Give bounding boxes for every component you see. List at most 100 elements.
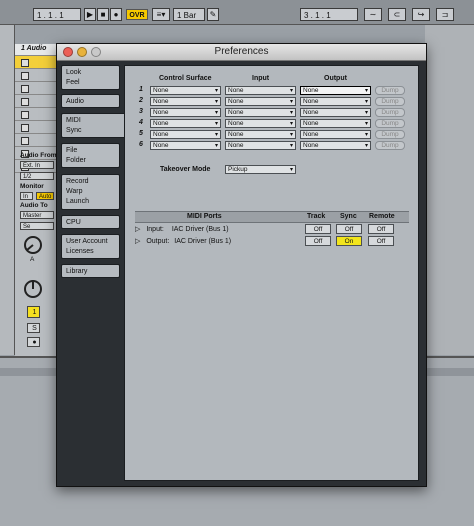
input-select[interactable]: None ▾ [225, 108, 296, 117]
clip-slot[interactable] [15, 108, 60, 121]
track-activator-button[interactable]: 1 [27, 306, 40, 318]
output-select[interactable]: None ▾ [300, 119, 371, 128]
quantize-menu-icon[interactable]: ≡▾ [152, 8, 170, 21]
tab-look-feel[interactable]: Look Feel [61, 65, 120, 90]
select-value: None [153, 87, 169, 94]
port-sync-toggle[interactable]: Off [336, 224, 362, 234]
dump-button[interactable]: Dump [375, 141, 405, 150]
output-select[interactable]: None ▾ [300, 108, 371, 117]
audio-to-select[interactable]: Master [20, 211, 54, 219]
audio-from-select[interactable]: Ext. In [20, 161, 54, 169]
select-value: None [303, 109, 319, 116]
port-remote-toggle[interactable]: Off [368, 224, 394, 234]
draw-mode-icon[interactable]: ✎ [207, 8, 219, 21]
surface-row-number: 1 [139, 86, 143, 93]
dropdown-arrow-icon: ▾ [364, 132, 368, 138]
tab-label: Warp [66, 188, 83, 195]
background-right-area [425, 25, 474, 355]
input-channel-select[interactable]: 1/2 [20, 172, 54, 180]
tab-label: MIDI [66, 117, 81, 124]
surface-row-number: 3 [139, 108, 143, 115]
dump-button[interactable]: Dump [375, 108, 405, 117]
preferences-window: Preferences Look Feel Audio MIDI Sync Fi… [56, 43, 427, 487]
clip-slot[interactable] [15, 82, 60, 95]
dropdown-arrow-icon: ▾ [289, 121, 293, 127]
monitor-in-button[interactable]: In [20, 192, 33, 200]
select-value: None [228, 142, 244, 149]
dropdown-arrow-icon: ▾ [289, 99, 293, 105]
tab-audio[interactable]: Audio [61, 94, 120, 108]
expand-triangle-icon[interactable]: ▷ [135, 238, 140, 245]
output-select[interactable]: None ▾ [300, 141, 371, 150]
tab-file-folder[interactable]: File Folder [61, 143, 120, 168]
takeover-mode-label: Takeover Mode [160, 166, 211, 173]
track-column-label: Track [307, 213, 326, 220]
port-track-toggle[interactable]: Off [305, 224, 331, 234]
tab-user-account-licenses[interactable]: User Account Licenses [61, 234, 120, 259]
clip-slot[interactable] [15, 134, 60, 147]
loop-switch-icon[interactable]: ⊂ [388, 8, 406, 21]
transport-bar: 1 . 1 . 1 ▶ ■ ● OVR ≡▾ 1 Bar ✎ 3 . 1 . 1… [0, 0, 474, 25]
midi-port-row: ▷ Output: IAC Driver (Bus 1) [135, 237, 231, 245]
input-select[interactable]: None ▾ [225, 86, 296, 95]
select-value: None [228, 131, 244, 138]
send-knob-icon[interactable] [22, 234, 44, 256]
control-surface-select[interactable]: None ▾ [150, 97, 221, 106]
control-surface-select[interactable]: None ▾ [150, 130, 221, 139]
takeover-mode-select[interactable]: Pickup ▾ [225, 165, 296, 174]
dropdown-arrow-icon: ▾ [214, 99, 218, 105]
output-header: Output [324, 75, 347, 82]
tab-cpu[interactable]: CPU [61, 215, 120, 229]
expand-triangle-icon[interactable]: ▷ [135, 226, 140, 233]
stop-icon[interactable]: ■ [97, 8, 109, 21]
select-value: None [303, 120, 319, 127]
dump-button[interactable]: Dump [375, 130, 405, 139]
control-surface-select[interactable]: None ▾ [150, 108, 221, 117]
monitor-auto-button[interactable]: Auto [36, 192, 54, 200]
pan-knob-icon[interactable] [22, 278, 44, 300]
input-select[interactable]: None ▾ [225, 130, 296, 139]
clip-slot[interactable] [15, 121, 60, 134]
control-surface-select[interactable]: None ▾ [150, 119, 221, 128]
loop-curve-icon[interactable]: ∼ [364, 8, 382, 21]
select-value: None [303, 98, 319, 105]
input-header: Input [252, 75, 270, 82]
tab-label: User Account [66, 238, 108, 245]
tab-label: Launch [66, 198, 89, 205]
control-surface-select[interactable]: None ▾ [150, 86, 221, 95]
select-value: None [153, 131, 169, 138]
input-select[interactable]: None ▾ [225, 119, 296, 128]
play-icon[interactable]: ▶ [84, 8, 96, 21]
loop-position-field[interactable]: 3 . 1 . 1 [300, 8, 358, 21]
clip-slot[interactable] [15, 56, 60, 69]
window-titlebar[interactable]: Preferences [57, 44, 426, 61]
port-track-toggle[interactable]: Off [305, 236, 331, 246]
clip-slot[interactable] [15, 69, 60, 82]
control-surface-select[interactable]: None ▾ [150, 141, 221, 150]
tab-label: File [66, 147, 78, 154]
input-select[interactable]: None ▾ [225, 141, 296, 150]
output-select[interactable]: None ▾ [300, 130, 371, 139]
punch-icon[interactable]: ↪ [412, 8, 430, 21]
tab-label: Feel [66, 79, 80, 86]
dump-button[interactable]: Dump [375, 86, 405, 95]
input-select[interactable]: None ▾ [225, 97, 296, 106]
dropdown-arrow-icon: ▾ [364, 143, 368, 149]
output-select[interactable]: None ▾ [300, 97, 371, 106]
overdub-button[interactable]: OVR [126, 9, 148, 20]
tab-midi-sync[interactable]: MIDI Sync [61, 113, 125, 138]
tab-record-warp-launch[interactable]: Record Warp Launch [61, 174, 120, 210]
punch-out-icon[interactable]: ⊐ [436, 8, 454, 21]
output-select[interactable]: None ▾ [300, 86, 371, 95]
record-icon[interactable]: ● [110, 8, 122, 21]
tab-library[interactable]: Library [61, 264, 120, 278]
quantize-select[interactable]: 1 Bar [173, 8, 205, 21]
dump-button[interactable]: Dump [375, 119, 405, 128]
arm-button[interactable]: ● [27, 337, 40, 347]
port-sync-toggle[interactable]: On [336, 236, 362, 246]
dump-button[interactable]: Dump [375, 97, 405, 106]
clip-slot[interactable] [15, 95, 60, 108]
song-position-field[interactable]: 1 . 1 . 1 [33, 8, 81, 21]
port-remote-toggle[interactable]: Off [368, 236, 394, 246]
solo-button[interactable]: S [27, 323, 40, 333]
